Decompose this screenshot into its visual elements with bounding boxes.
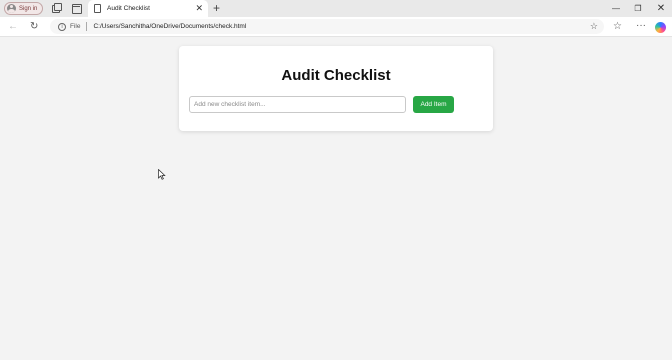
document-icon [94, 4, 101, 13]
tab-strip: Sign in Audit Checklist ✕ + — ❐ ✕ [0, 0, 672, 17]
add-item-button[interactable]: Add Item [413, 96, 454, 113]
new-tab-button[interactable]: + [213, 1, 220, 15]
minimize-button[interactable]: — [605, 0, 627, 17]
reload-button[interactable]: ↻ [30, 21, 38, 33]
address-scheme: File [70, 23, 81, 30]
back-button[interactable]: ← [8, 21, 18, 33]
page-title: Audit Checklist [281, 67, 391, 84]
address-bar[interactable]: i File C:/Users/Sanchitha/OneDrive/Docum… [50, 19, 604, 34]
tab-actions-icon[interactable] [71, 3, 82, 14]
close-window-button[interactable]: ✕ [650, 0, 672, 17]
tab-title: Audit Checklist [107, 5, 150, 12]
page-viewport: Audit Checklist Add Item [0, 38, 672, 360]
close-tab-icon[interactable]: ✕ [195, 4, 203, 13]
tab-audit-checklist[interactable]: Audit Checklist ✕ [88, 0, 208, 17]
info-icon[interactable]: i [58, 22, 66, 31]
address-url[interactable]: C:/Users/Sanchitha/OneDrive/Documents/ch… [93, 23, 589, 30]
address-divider [86, 22, 88, 31]
checklist-item-input[interactable] [189, 96, 406, 113]
sign-in-button[interactable]: Sign in [4, 2, 43, 15]
mouse-cursor-icon [158, 169, 166, 180]
sign-in-label: Sign in [19, 5, 38, 12]
more-icon[interactable]: ··· [636, 20, 646, 32]
person-icon [7, 4, 16, 13]
copilot-icon[interactable] [655, 22, 666, 33]
workspaces-icon[interactable] [51, 3, 62, 13]
favorites-icon[interactable]: ☆ [613, 21, 622, 33]
restore-button[interactable]: ❐ [627, 0, 649, 17]
favorite-star-icon[interactable]: ☆ [590, 21, 598, 32]
navigation-bar: ← ↻ i File C:/Users/Sanchitha/OneDrive/D… [0, 17, 672, 37]
checklist-card: Audit Checklist Add Item [179, 46, 493, 131]
